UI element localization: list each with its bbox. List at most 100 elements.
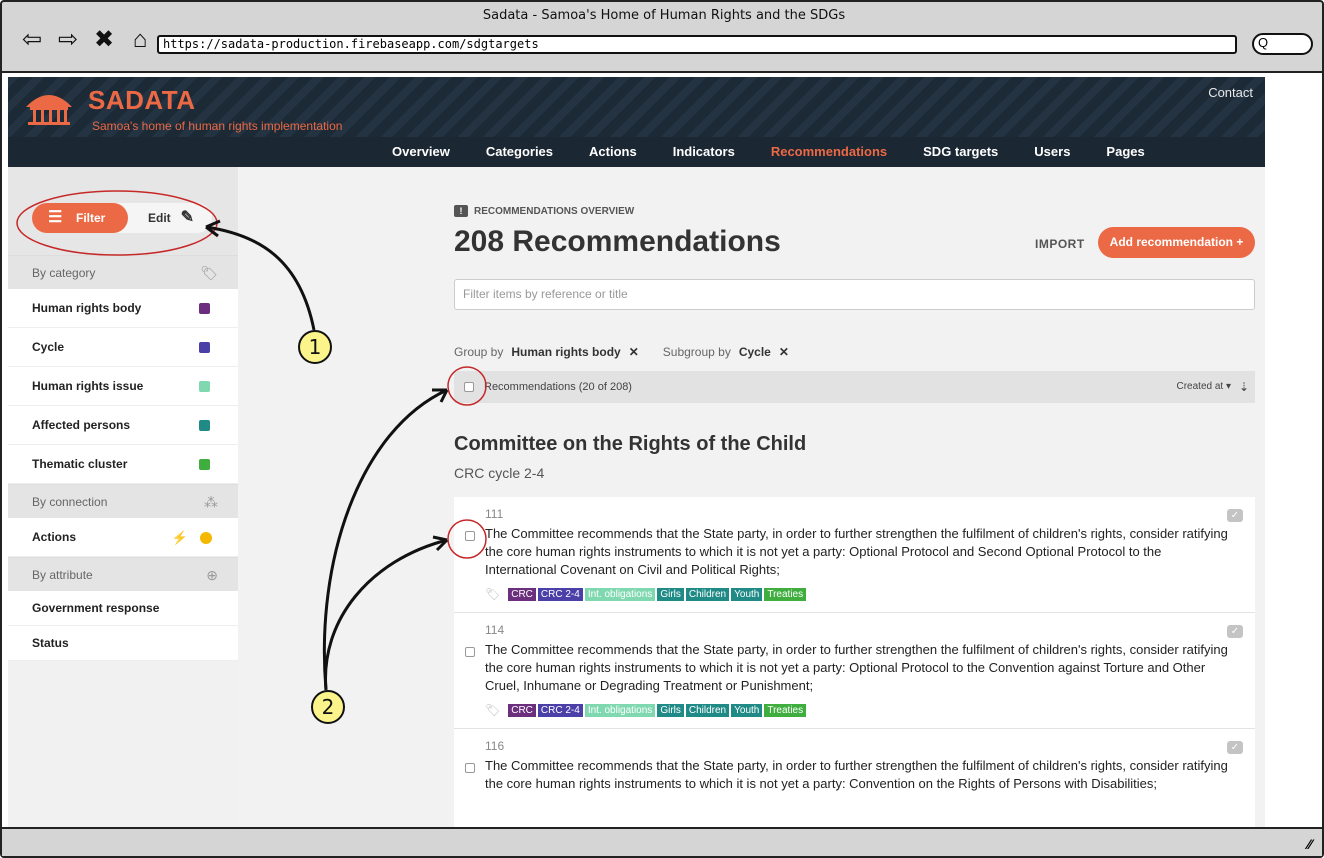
item-ref: 111 — [485, 507, 504, 521]
sidebar-item-status[interactable]: Status — [8, 626, 238, 661]
nav-actions[interactable]: Actions — [589, 137, 637, 167]
section-by-connection: By connection ⁂ — [8, 484, 238, 518]
edit-label: Edit — [148, 211, 171, 225]
search-input[interactable]: Filter items by reference or title — [454, 279, 1255, 310]
search-placeholder: Filter items by reference or title — [463, 287, 628, 301]
color-swatch — [199, 303, 210, 314]
search-icon: Q — [1258, 35, 1269, 50]
fale-logo-icon[interactable] — [24, 89, 74, 127]
filter-button[interactable]: ☰ Filter — [32, 203, 128, 233]
plus-circle-icon[interactable]: ⊕ — [206, 558, 218, 592]
nav-sdg-targets[interactable]: SDG targets — [923, 137, 998, 167]
tag-icon: 🏷 — [200, 265, 218, 281]
tag-icon: 🏷 — [485, 703, 501, 717]
sidebar-item-label: Status — [32, 636, 69, 650]
item-tags: 🏷 CRC CRC 2-4 Int. obligations Girls Chi… — [485, 587, 807, 601]
sidebar-item-human-rights-body[interactable]: Human rights body — [8, 289, 238, 328]
home-icon[interactable]: ⌂ — [126, 28, 154, 52]
subgroup-by-value[interactable]: Cycle — [739, 345, 771, 359]
close-icon[interactable]: ✖ — [90, 28, 118, 52]
contact-link[interactable]: Contact — [1208, 85, 1253, 100]
select-all-checkbox[interactable] — [464, 382, 474, 392]
browser-search[interactable]: Q — [1252, 33, 1313, 55]
tag-girls[interactable]: Girls — [657, 703, 684, 717]
section-by-attribute: By attribute ⊕ — [8, 557, 238, 591]
nav-users[interactable]: Users — [1034, 137, 1070, 167]
item-tags: 🏷 CRC CRC 2-4 Int. obligations Girls Chi… — [485, 703, 807, 717]
sort-select[interactable]: Created at ▾ — [1176, 371, 1231, 403]
sidebar: ☰ Filter Edit ✎ By category 🏷 Human right… — [8, 167, 238, 827]
tag-youth[interactable]: Youth — [731, 703, 763, 717]
add-recommendation-button[interactable]: Add recommendation + — [1098, 227, 1255, 258]
list-header: Recommendations (20 of 208) Created at ▾… — [454, 371, 1255, 403]
item-checkbox[interactable] — [465, 531, 475, 541]
nav-indicators[interactable]: Indicators — [673, 137, 735, 167]
remove-group-icon[interactable]: ✕ — [629, 345, 639, 359]
overview-text: RECOMMENDATIONS OVERVIEW — [474, 206, 635, 217]
status-check-icon: ✓ — [1227, 509, 1243, 522]
brand-tagline: Samoa's home of human rights implementat… — [92, 119, 343, 133]
group-title: Committee on the Rights of the Child — [454, 433, 807, 455]
color-dot — [200, 532, 212, 544]
annotation-badge-2: 2 — [311, 690, 345, 724]
sidebar-item-label: Human rights issue — [32, 379, 144, 393]
item-text[interactable]: The Committee recommends that the State … — [485, 757, 1235, 793]
tag-children[interactable]: Children — [685, 703, 730, 717]
item-text[interactable]: The Committee recommends that the State … — [485, 525, 1235, 579]
main-nav: Overview Categories Actions Indicators R… — [8, 137, 1265, 167]
annotation-badge-1: 1 — [298, 330, 332, 364]
nav-categories[interactable]: Categories — [486, 137, 553, 167]
sidebar-item-label: Affected persons — [32, 418, 131, 432]
tag-crc[interactable]: CRC — [508, 587, 536, 601]
browser-nav: ⇦ ⇨ ✖ ⌂ — [18, 28, 154, 52]
tag-crc[interactable]: CRC — [508, 703, 536, 717]
sidebar-item-thematic-cluster[interactable]: Thematic cluster — [8, 445, 238, 484]
list-item[interactable]: 116 The Committee recommends that the St… — [454, 729, 1255, 827]
tag-int-obligations[interactable]: Int. obligations — [584, 587, 656, 601]
tag-youth[interactable]: Youth — [731, 587, 763, 601]
sort-order-icon[interactable]: ⇣ — [1239, 371, 1249, 403]
overview-label: ! RECOMMENDATIONS OVERVIEW — [454, 205, 634, 217]
tag-crc-2-4[interactable]: CRC 2-4 — [537, 703, 583, 717]
list-item[interactable]: 111 The Committee recommends that the St… — [454, 497, 1255, 613]
list-item[interactable]: 114 The Committee recommends that the St… — [454, 613, 1255, 729]
forward-icon[interactable]: ⇨ — [54, 28, 82, 52]
tag-girls[interactable]: Girls — [657, 587, 684, 601]
sidebar-item-cycle[interactable]: Cycle — [8, 328, 238, 367]
sidebar-item-government-response[interactable]: Government response — [8, 591, 238, 626]
grouping-controls: Group by Human rights body ✕ Subgroup by… — [454, 345, 805, 359]
import-button[interactable]: IMPORT — [1035, 237, 1085, 251]
group-by-value[interactable]: Human rights body — [511, 345, 620, 359]
item-checkbox[interactable] — [465, 647, 475, 657]
edit-button[interactable]: Edit ✎ — [148, 203, 194, 233]
comment-alert-icon: ! — [454, 205, 468, 217]
sidebar-mode-bar: ☰ Filter Edit ✎ — [8, 167, 238, 255]
tag-icon: 🏷 — [485, 587, 501, 601]
tag-children[interactable]: Children — [685, 587, 730, 601]
tag-treaties[interactable]: Treaties — [764, 703, 807, 717]
sidebar-item-actions[interactable]: Actions ⚡ — [8, 518, 238, 557]
tag-int-obligations[interactable]: Int. obligations — [584, 703, 656, 717]
list-count: Recommendations (20 of 208) — [484, 381, 632, 393]
bolt-icon: ⚡ — [171, 530, 188, 545]
sidebar-item-label: Cycle — [32, 340, 65, 354]
brand-name[interactable]: SADATA — [88, 85, 195, 116]
item-text[interactable]: The Committee recommends that the State … — [485, 641, 1235, 695]
sort-label: Created at — [1176, 381, 1224, 392]
item-checkbox[interactable] — [465, 763, 475, 773]
window-title: Sadata - Samoa's Home of Human Rights an… — [482, 8, 846, 23]
resize-grip-icon[interactable]: ⁄⁄ — [1307, 836, 1312, 852]
status-bar: ⁄⁄ — [2, 831, 1322, 856]
nav-recommendations[interactable]: Recommendations — [771, 137, 887, 167]
sliders-icon: ☰ — [48, 209, 63, 226]
remove-subgroup-icon[interactable]: ✕ — [779, 345, 789, 359]
sidebar-item-human-rights-issue[interactable]: Human rights issue — [8, 367, 238, 406]
sidebar-item-affected-persons[interactable]: Affected persons — [8, 406, 238, 445]
nav-overview[interactable]: Overview — [392, 137, 450, 167]
tag-crc-2-4[interactable]: CRC 2-4 — [537, 587, 583, 601]
tag-treaties[interactable]: Treaties — [764, 587, 807, 601]
back-icon[interactable]: ⇦ — [18, 28, 46, 52]
url-bar[interactable]: https://sadata-production.firebaseapp.co… — [157, 35, 1237, 54]
nav-pages[interactable]: Pages — [1106, 137, 1144, 167]
network-icon: ⁂ — [204, 494, 218, 510]
